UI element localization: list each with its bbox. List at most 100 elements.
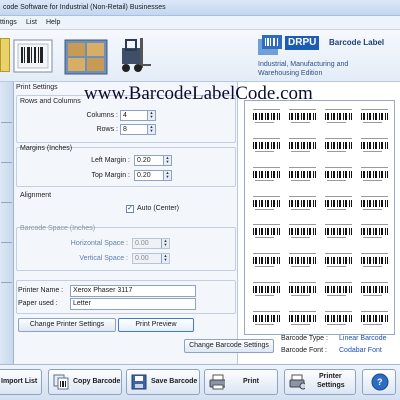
barcode-caption-line <box>363 237 382 239</box>
barcode-label-preview <box>325 253 352 270</box>
barcode-label-preview <box>325 311 352 328</box>
barcode-caption-line <box>327 208 346 210</box>
barcode-label-preview <box>361 137 388 155</box>
printer-icon <box>209 374 225 390</box>
print-button[interactable]: Print <box>204 369 278 395</box>
barcode-label-preview <box>325 109 352 126</box>
barcode-caption-line <box>327 150 346 152</box>
brand-logo-icon <box>258 35 282 55</box>
save-icon <box>131 374 147 390</box>
auto-center-checkbox[interactable]: ✓ <box>126 205 134 213</box>
print-settings-title: Print Settings <box>16 84 58 91</box>
change-printer-settings-button[interactable]: Change Printer Settings <box>18 318 116 332</box>
barcode-bars <box>325 315 352 322</box>
save-barcode-button[interactable]: Save Barcode <box>126 369 200 395</box>
barcode-caption-line <box>325 311 352 312</box>
spin-arrows-icon[interactable]: ▲ ▼ <box>163 156 171 165</box>
barcode-caption-line <box>361 109 388 110</box>
barcode-label-preview <box>361 195 388 213</box>
spin-arrows-icon[interactable]: ▲ ▼ <box>147 111 155 120</box>
barcode-label-preview <box>289 166 316 184</box>
barcode-caption-line <box>327 179 346 181</box>
barcode-label-preview <box>289 224 316 241</box>
barcode-caption-line <box>363 179 382 181</box>
barcode-bars <box>289 228 316 236</box>
barcode-caption-line <box>361 166 388 168</box>
barcode-label-preview <box>253 282 280 299</box>
barcode-bars <box>361 315 388 322</box>
columns-stepper[interactable]: 4 ▲ ▼ <box>120 110 156 121</box>
barcode-caption-line <box>363 150 382 152</box>
left-margin-stepper[interactable]: 0.20 ▲ ▼ <box>134 155 172 166</box>
vertical-space-label: Vertical Space : <box>79 255 128 262</box>
left-panel-strip <box>0 82 14 364</box>
printer-settings-label-2: Settings <box>317 382 345 389</box>
barcode-caption-line <box>327 122 346 123</box>
barcode-caption-line <box>361 282 388 284</box>
left-divider <box>1 282 12 283</box>
barcode-caption-line <box>289 109 316 110</box>
barcode-caption-line <box>255 237 274 239</box>
spin-arrows-icon[interactable]: ▲ ▼ <box>161 239 169 248</box>
help-button[interactable]: ? <box>362 369 396 395</box>
columns-label: Columns : <box>86 112 118 119</box>
copy-barcode-label: Copy Barcode <box>73 378 121 385</box>
barcode-caption-line <box>361 137 388 139</box>
print-label: Print <box>243 378 259 385</box>
print-preview-button[interactable]: Print Preview <box>118 318 194 332</box>
barcode-caption-line <box>289 166 316 168</box>
barcode-label-preview <box>289 311 316 328</box>
horizontal-space-stepper[interactable]: 0.00 ▲ ▼ <box>132 238 170 249</box>
barcode-label-preview <box>253 137 280 155</box>
barcode-space-group <box>16 227 236 271</box>
barcode-space-title: Barcode Space (Inches) <box>20 225 96 232</box>
change-barcode-settings-button[interactable]: Change Barcode Settings <box>184 339 274 353</box>
barcode-caption-line <box>325 166 352 168</box>
barcode-label-preview <box>325 282 352 299</box>
horizontal-space-value: 0.00 <box>135 240 149 247</box>
barcode-label-preview <box>361 253 388 270</box>
spin-arrows-icon[interactable]: ▲ ▼ <box>161 254 169 263</box>
top-margin-stepper[interactable]: 0.20 ▲ ▼ <box>134 170 172 181</box>
barcode-bars <box>253 199 280 207</box>
barcode-caption-line <box>291 179 310 181</box>
barcode-caption-line <box>291 237 310 239</box>
barcode-bars <box>361 199 388 207</box>
rows-stepper[interactable]: 8 ▲ ▼ <box>120 124 156 135</box>
menu-settings[interactable]: ttings <box>0 16 17 30</box>
spin-arrows-icon[interactable]: ▲ ▼ <box>147 125 155 134</box>
printer-name-field[interactable]: Xerox Phaser 3117 <box>70 285 196 297</box>
barcode-caption-line <box>255 324 274 325</box>
help-label: ? <box>377 377 383 387</box>
vertical-space-stepper[interactable]: 0.00 ▲ ▼ <box>132 253 170 264</box>
printer-settings-button[interactable]: Printer Settings <box>284 369 356 395</box>
barcode-bars <box>289 286 316 294</box>
barcode-bars <box>253 257 280 265</box>
menu-list[interactable]: List <box>26 16 37 30</box>
import-list-button[interactable]: Import List <box>0 369 42 395</box>
barcode-caption-line <box>255 266 274 268</box>
copy-barcode-button[interactable]: Copy Barcode <box>48 369 122 395</box>
spin-arrows-icon[interactable]: ▲ ▼ <box>163 171 171 180</box>
menu-help[interactable]: Help <box>46 16 60 30</box>
barcode-bars <box>289 257 316 265</box>
barcode-label-preview <box>325 166 352 184</box>
copy-icon <box>53 374 69 390</box>
import-list-label: Import List <box>1 378 38 385</box>
barcode-bars <box>289 315 316 322</box>
barcode-bars <box>289 199 316 207</box>
printer-name-label: Printer Name : <box>18 287 64 294</box>
paper-used-field[interactable]: Letter <box>70 298 196 310</box>
barcode-caption-line <box>291 208 310 210</box>
print-settings-panel: Print Settings Rows and Columns Columns … <box>14 82 238 364</box>
barcode-caption-line <box>325 282 352 284</box>
rows-value: 8 <box>123 126 127 133</box>
barcode-caption-line <box>291 324 310 325</box>
barcode-label-preview <box>361 282 388 299</box>
left-divider <box>1 122 12 123</box>
barcode-caption-line <box>291 295 310 297</box>
bottom-toolbar: Import List Copy Barcode Save Barcode Pr… <box>0 364 400 400</box>
rows-label: Rows : <box>96 126 118 133</box>
barcode-label-preview <box>325 195 352 213</box>
barcode-bars <box>325 113 352 120</box>
